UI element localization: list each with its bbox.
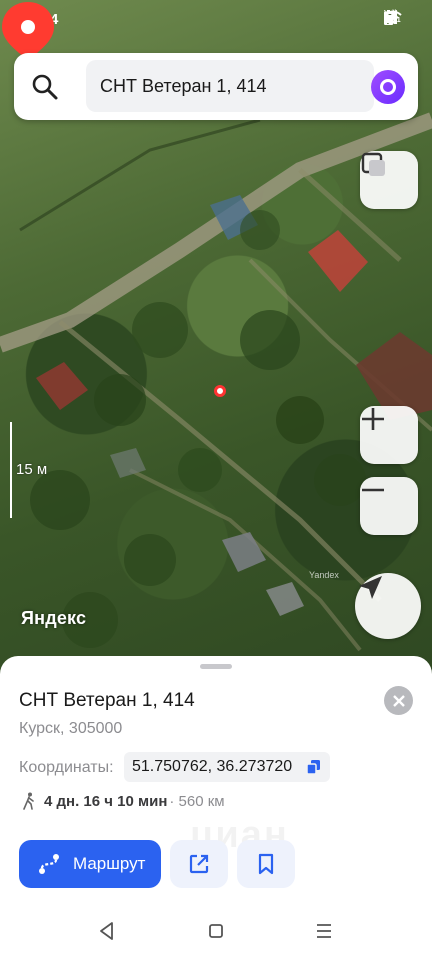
alice-icon[interactable] [371, 70, 405, 104]
minus-icon [362, 488, 384, 492]
walk-distance: · 560 км [169, 792, 225, 810]
status-bar: 16:34 Vo)) LTE1 [0, 0, 432, 38]
search-icon[interactable] [31, 73, 59, 101]
pin-point [214, 385, 226, 397]
nav-home-icon[interactable] [205, 920, 227, 942]
share-button[interactable] [170, 840, 228, 888]
zoom-out-button[interactable] [360, 477, 418, 535]
close-icon [392, 694, 405, 707]
walk-icon [23, 792, 34, 810]
zoom-in-button[interactable] [360, 406, 418, 464]
place-subtitle: Курск, 305000 [19, 720, 123, 737]
map-watermark: Yandex [309, 570, 339, 580]
search-input[interactable]: СНТ Ветеран 1, 414 [86, 60, 374, 112]
my-location-button[interactable] [355, 573, 421, 639]
system-nav-bar [0, 900, 432, 960]
battery-icon [384, 10, 393, 25]
coordinates-field[interactable]: 51.750762, 36.273720 [124, 752, 330, 782]
route-button-label: Маршрут [73, 854, 146, 873]
yandex-logo: Яндекс [21, 608, 87, 628]
navigation-arrow-icon [359, 576, 382, 599]
route-button[interactable]: Маршрут [19, 840, 161, 888]
walk-time: 4 дн. 16 ч 10 мин [44, 792, 168, 810]
sheet-grabber[interactable] [200, 664, 232, 669]
search-bar: СНТ Ветеран 1, 414 [14, 53, 418, 120]
share-icon [189, 854, 209, 874]
layers-icon [361, 152, 385, 176]
copy-icon[interactable] [307, 760, 320, 774]
bookmark-button[interactable] [237, 840, 295, 888]
nav-menu-icon[interactable] [313, 920, 335, 942]
coordinates-label: Координаты: [19, 759, 114, 776]
walk-route-info: 4 дн. 16 ч 10 мин · 560 км [22, 792, 225, 810]
map-scale-label: 15 м [16, 461, 48, 478]
map-scale-bar [10, 422, 12, 518]
nav-back-icon[interactable] [96, 920, 118, 942]
place-title: СНТ Ветеран 1, 414 [19, 690, 195, 711]
bookmark-icon [258, 853, 274, 875]
plus-icon [362, 408, 384, 430]
route-icon [39, 854, 59, 874]
close-button[interactable] [384, 686, 413, 715]
status-icons: Vo)) LTE1 [384, 10, 402, 25]
coordinates-value: 51.750762, 36.273720 [132, 758, 293, 775]
layers-button[interactable] [360, 151, 418, 209]
